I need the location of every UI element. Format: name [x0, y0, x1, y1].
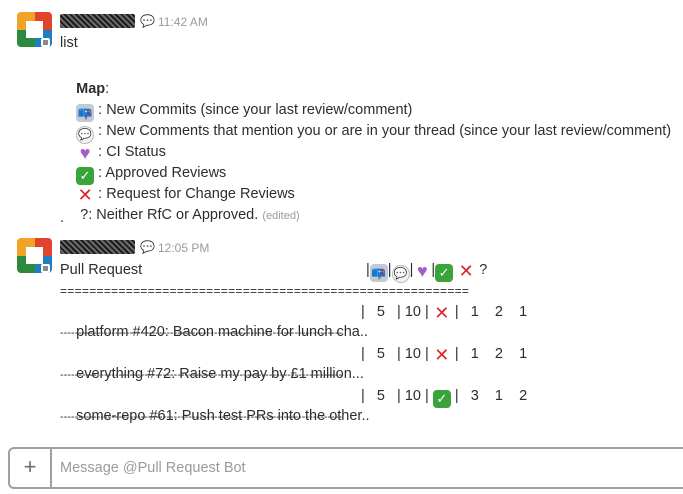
add-attachment-button[interactable]: + — [10, 449, 52, 487]
row-values: | 5 | 10 | ✓ | 3 1 2 — [361, 388, 528, 408]
presence-icon — [41, 38, 50, 47]
row-values: | 5 | 10 | ✕ | 1 2 1 — [361, 303, 528, 323]
check-mark-icon: ✓ — [435, 264, 454, 282]
message-text: list — [60, 35, 78, 51]
purple-heart-icon: ♥ — [417, 261, 428, 281]
separator-single: ----------------------------------------… — [60, 411, 343, 423]
dot-text: . — [60, 210, 65, 226]
check-mark-icon: ✓ — [432, 390, 451, 408]
sender-name-redacted[interactable] — [60, 240, 135, 254]
message-input[interactable] — [60, 449, 660, 487]
timestamp[interactable]: 11:42 AM — [158, 15, 208, 29]
separator-single: ----------------------------------------… — [60, 327, 343, 339]
sender-name-redacted[interactable] — [60, 14, 135, 28]
cross-mark-icon: ✕ — [434, 345, 450, 365]
thread-bubble-icon: 💬 — [140, 14, 155, 28]
edited-label: (edited) — [262, 210, 300, 222]
legend-item-neither: ?: Neither RfC or Approved. (edited) — [76, 207, 300, 223]
mailbox-icon: 📪 — [369, 264, 388, 282]
separator-single: ----------------------------------------… — [60, 369, 343, 381]
cross-mark-icon: ✕ — [434, 303, 450, 323]
message-composer: + — [8, 447, 683, 489]
cross-mark-icon: ✕ — [458, 261, 474, 281]
table-header-label: Pull Request — [60, 262, 143, 278]
row-values: | 5 | 10 | ✕ | 1 2 1 — [361, 345, 528, 365]
thread-bubble-icon: 💬 — [140, 240, 155, 254]
separator-double: ========================================… — [60, 284, 470, 298]
table-header-icons: | 📪 | 💬 | ♥ | ✓ ✕ ? — [366, 261, 488, 283]
presence-icon — [41, 264, 50, 273]
timestamp[interactable]: 12:05 PM — [158, 241, 209, 255]
